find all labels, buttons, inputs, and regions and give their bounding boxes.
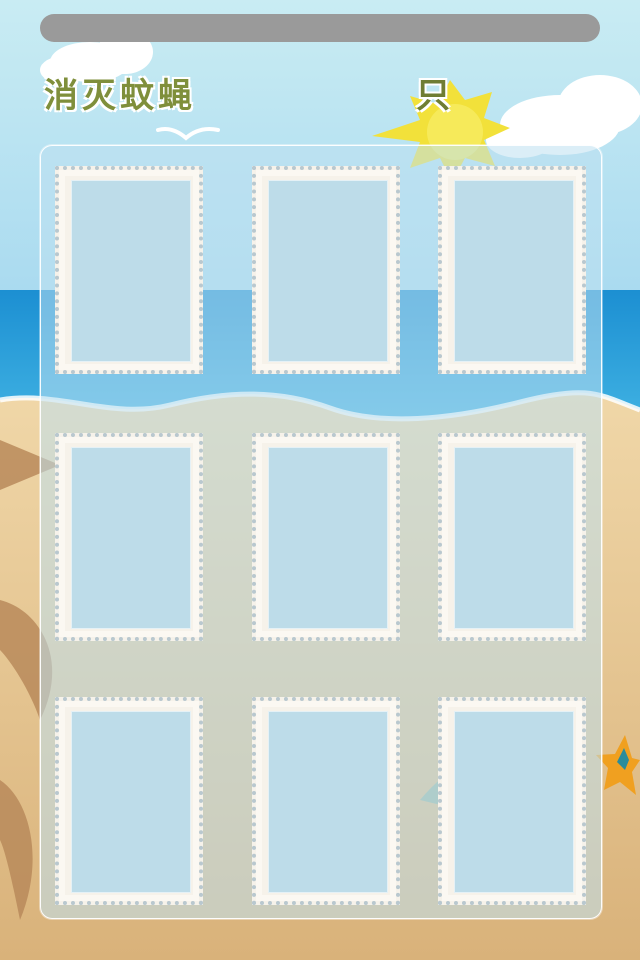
card-slot-face xyxy=(454,711,574,893)
card-slot[interactable] xyxy=(252,697,400,905)
card-slot[interactable] xyxy=(438,697,586,905)
card-slot[interactable] xyxy=(252,433,400,641)
card-slot-face xyxy=(71,180,191,362)
card-slot-face xyxy=(268,711,388,893)
card-slot[interactable] xyxy=(438,433,586,641)
card-slot[interactable] xyxy=(55,697,203,905)
card-slot[interactable] xyxy=(438,166,586,374)
count-unit-label: 只 xyxy=(416,76,450,116)
card-slot[interactable] xyxy=(55,166,203,374)
card-slot[interactable] xyxy=(252,166,400,374)
card-slot-face xyxy=(71,711,191,893)
card-slot[interactable] xyxy=(55,433,203,641)
game-title: 消灭蚊蝇 xyxy=(44,76,196,116)
card-slot-face xyxy=(268,180,388,362)
card-slot-face xyxy=(71,447,191,629)
card-slot-face xyxy=(454,447,574,629)
top-status-bar xyxy=(40,14,600,42)
card-slot-face xyxy=(268,447,388,629)
card-slot-face xyxy=(454,180,574,362)
